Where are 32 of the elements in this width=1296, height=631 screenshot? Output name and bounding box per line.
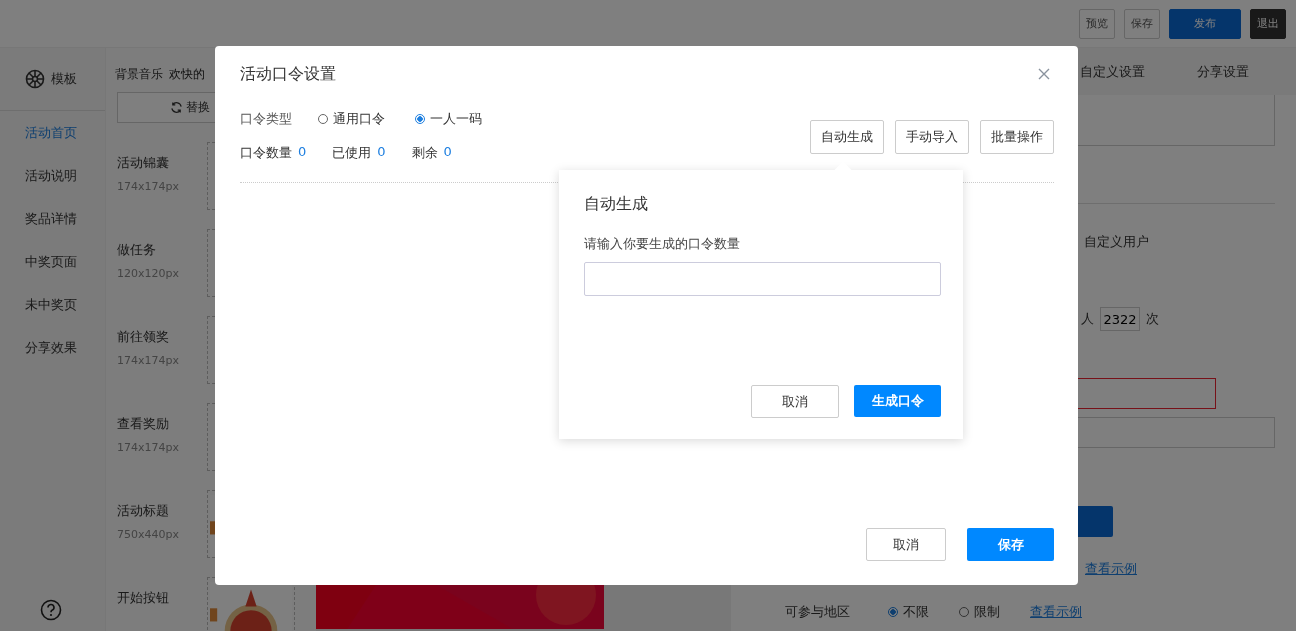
stat-value: 0	[443, 144, 452, 161]
asset-size: 174x174px	[117, 354, 180, 367]
asset-name: 活动锦囊	[117, 154, 170, 172]
asset-size: 750x440px	[117, 528, 180, 541]
stat-value: 0	[298, 144, 307, 161]
stat-label: 已使用	[332, 144, 372, 162]
asset-name: 开始按钮	[117, 589, 170, 607]
music-value: 欢快的	[169, 66, 205, 83]
radio-label: 限制	[974, 603, 1000, 621]
option-label: 自定义用户	[1084, 233, 1149, 251]
asset-size: 174x174px	[117, 180, 180, 193]
radio-label: 一人一码	[430, 110, 482, 128]
sidebar-header: 模板	[51, 70, 77, 88]
times-label: 人	[1081, 310, 1094, 328]
type-label: 口令类型	[240, 110, 293, 128]
stat-value: 0	[377, 144, 386, 161]
asset-size: 174x174px	[117, 441, 180, 454]
asset-name: 做任务	[117, 241, 157, 259]
dialog-title: 活动口令设置	[240, 63, 336, 85]
radio-label: 不限	[903, 603, 929, 621]
region-label: 可参与地区	[785, 603, 851, 621]
popover-title: 自动生成	[584, 194, 649, 215]
music-label: 背景音乐	[115, 66, 163, 83]
asset-name: 活动标题	[117, 502, 170, 520]
stat-label: 口令数量	[240, 144, 292, 162]
stat-label: 剩余	[411, 144, 438, 162]
asset-name: 查看奖励	[117, 415, 170, 433]
asset-size: 120x120px	[117, 267, 180, 280]
field-label: 请输入你要生成的口令数量	[584, 235, 741, 253]
times-unit: 次	[1146, 310, 1159, 328]
radio-label: 通用口令	[333, 110, 385, 128]
asset-name: 前往领奖	[117, 328, 170, 346]
